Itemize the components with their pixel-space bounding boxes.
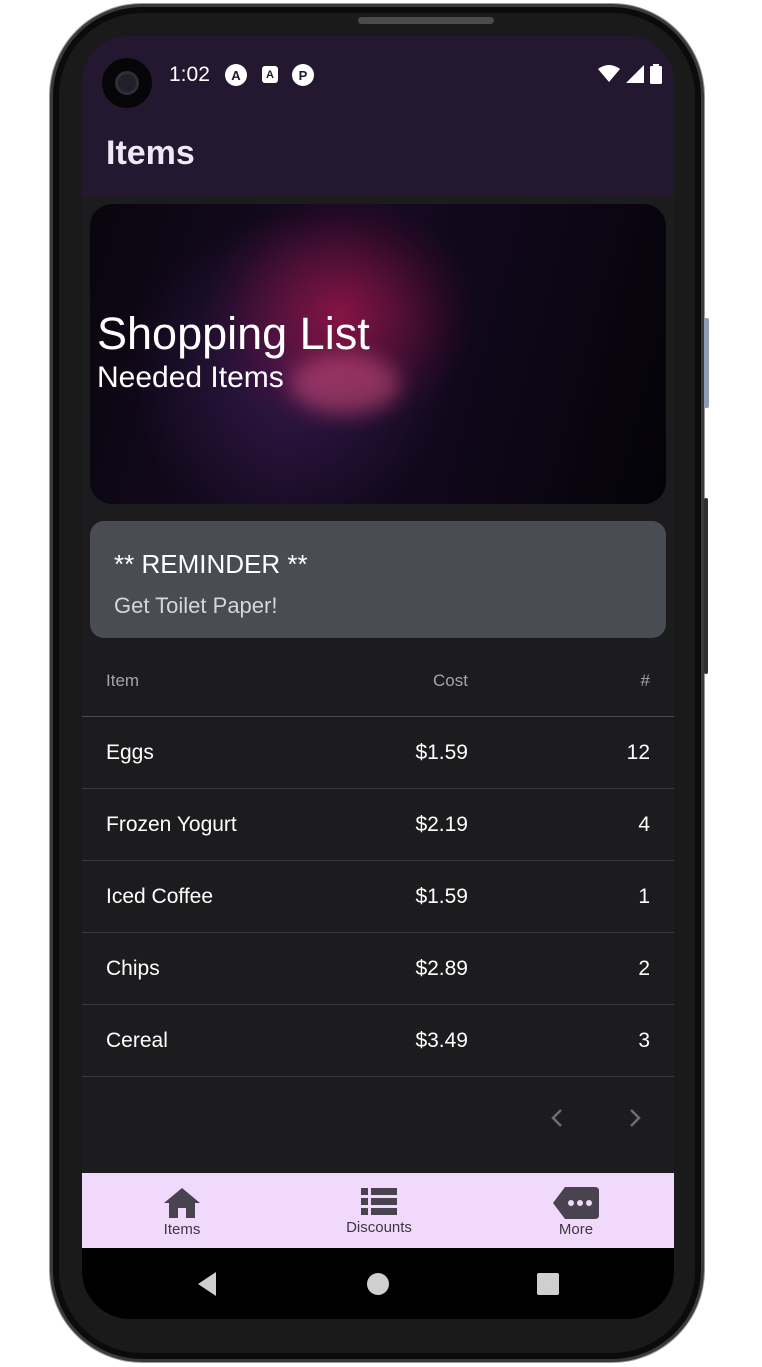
cell-cost: $1.59 [415, 884, 468, 908]
notification-app-icon: P [292, 64, 314, 86]
cell-item: Iced Coffee [106, 884, 214, 908]
list-icon [361, 1188, 397, 1215]
column-header-qty[interactable]: # [641, 646, 650, 716]
speaker-grill [358, 17, 494, 24]
nav-label-items: Items [163, 1221, 201, 1238]
previous-page-button[interactable] [537, 1098, 577, 1138]
cell-qty: 12 [626, 740, 650, 764]
hero-banner: Shopping List Needed Items [90, 204, 666, 504]
table-row[interactable]: Frozen Yogurt $2.19 4 [82, 789, 674, 861]
table-header: Item Cost # [82, 646, 674, 717]
battery-icon [650, 64, 662, 84]
table-row[interactable]: Cereal $3.49 3 [82, 1005, 674, 1077]
reminder-body: Get Toilet Paper! [114, 593, 278, 618]
hero-background-glow [290, 354, 400, 414]
recents-icon[interactable] [534, 1270, 562, 1298]
reminder-card: ** REMINDER ** Get Toilet Paper! [90, 521, 666, 638]
cell-item: Cereal [106, 1028, 168, 1052]
home-icon [164, 1188, 200, 1218]
hero-title: Shopping List [97, 308, 370, 359]
cell-qty: 1 [638, 884, 650, 908]
nav-tab-items[interactable]: Items [102, 1173, 262, 1248]
system-navigation-bar [82, 1248, 674, 1319]
column-header-item[interactable]: Item [106, 646, 139, 716]
cell-qty: 2 [638, 956, 650, 980]
bottom-navigation: Items Discounts More [82, 1173, 674, 1248]
app-header: 1:02 A A P Items [82, 36, 674, 196]
chevron-left-icon [551, 1109, 562, 1127]
cell-item: Chips [106, 956, 160, 980]
next-page-button[interactable] [615, 1098, 655, 1138]
nav-tab-discounts[interactable]: Discounts [299, 1173, 459, 1248]
hero-subtitle: Needed Items [97, 361, 284, 394]
power-button [704, 318, 709, 408]
cell-cost: $2.89 [415, 956, 468, 980]
signal-icon [626, 65, 644, 83]
notification-app-icon: A [262, 66, 278, 83]
nav-tab-more[interactable]: More [496, 1173, 656, 1248]
table-pagination [82, 1098, 674, 1138]
cell-qty: 3 [638, 1028, 650, 1052]
more-icon [553, 1187, 599, 1219]
table-row[interactable]: Iced Coffee $1.59 1 [82, 861, 674, 933]
volume-button [704, 498, 708, 674]
notification-app-icon: A [225, 64, 247, 86]
cell-item: Frozen Yogurt [106, 812, 237, 836]
cell-cost: $1.59 [415, 740, 468, 764]
home-button-icon[interactable] [364, 1270, 392, 1298]
back-icon[interactable] [194, 1270, 222, 1298]
screen: 1:02 A A P Items Shopping List Needed It… [82, 36, 674, 1319]
reminder-title: ** REMINDER ** [114, 549, 308, 579]
status-time: 1:02 [169, 63, 210, 86]
front-camera [102, 58, 152, 108]
table-row[interactable]: Eggs $1.59 12 [82, 717, 674, 789]
nav-label-more: More [558, 1221, 594, 1238]
items-table: Item Cost # Eggs $1.59 12 Frozen Yogurt … [82, 646, 674, 1077]
cell-cost: $3.49 [415, 1028, 468, 1052]
status-icons [598, 64, 662, 84]
cell-qty: 4 [638, 812, 650, 836]
table-row[interactable]: Chips $2.89 2 [82, 933, 674, 1005]
chevron-right-icon [630, 1109, 641, 1127]
column-header-cost[interactable]: Cost [433, 646, 468, 716]
cell-item: Eggs [106, 740, 154, 764]
wifi-icon [598, 65, 620, 82]
cell-cost: $2.19 [415, 812, 468, 836]
nav-label-discounts: Discounts [346, 1219, 412, 1236]
page-title: Items [106, 134, 195, 172]
